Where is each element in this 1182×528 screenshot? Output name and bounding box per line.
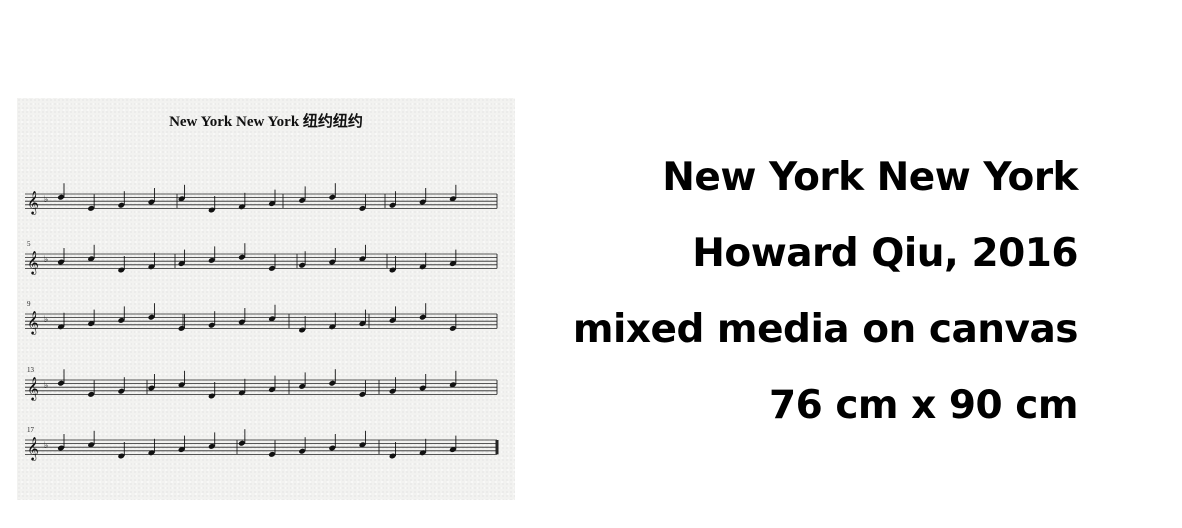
treble-clef: 𝄞 bbox=[27, 436, 39, 461]
artwork-image: New York New York 纽约纽约 𝄞 ♭ 𝄞 ♭ 5 𝄞 ♭ 9 𝄞 ♭ 13 𝄞 ♭ 17 bbox=[17, 98, 515, 500]
measure-number: 13 bbox=[27, 366, 35, 374]
artwork-caption: New York New York Howard Qiu, 2016 mixed… bbox=[572, 140, 1079, 444]
measure-number: 17 bbox=[27, 426, 35, 434]
treble-clef: 𝄞 bbox=[27, 190, 39, 215]
flat-sign: ♭ bbox=[44, 195, 48, 205]
measure-number: 9 bbox=[27, 300, 31, 308]
flat-sign: ♭ bbox=[44, 255, 48, 265]
flat-sign: ♭ bbox=[44, 441, 48, 451]
treble-clef: 𝄞 bbox=[27, 376, 39, 401]
measure-number: 5 bbox=[27, 240, 31, 248]
flat-sign: ♭ bbox=[44, 381, 48, 391]
treble-clef: 𝄞 bbox=[27, 310, 39, 335]
sheet-music: 𝄞 ♭ 𝄞 ♭ 5 𝄞 ♭ 9 𝄞 ♭ 13 𝄞 ♭ 17 bbox=[25, 183, 499, 461]
artwork-medium: mixed media on canvas bbox=[572, 307, 1079, 352]
flat-sign: ♭ bbox=[44, 315, 48, 325]
artwork-title: New York New York bbox=[662, 155, 1078, 200]
treble-clef: 𝄞 bbox=[27, 250, 39, 275]
artist-year: Howard Qiu, 2016 bbox=[692, 231, 1078, 276]
artwork-dimensions: 76 cm x 90 cm bbox=[768, 383, 1079, 428]
